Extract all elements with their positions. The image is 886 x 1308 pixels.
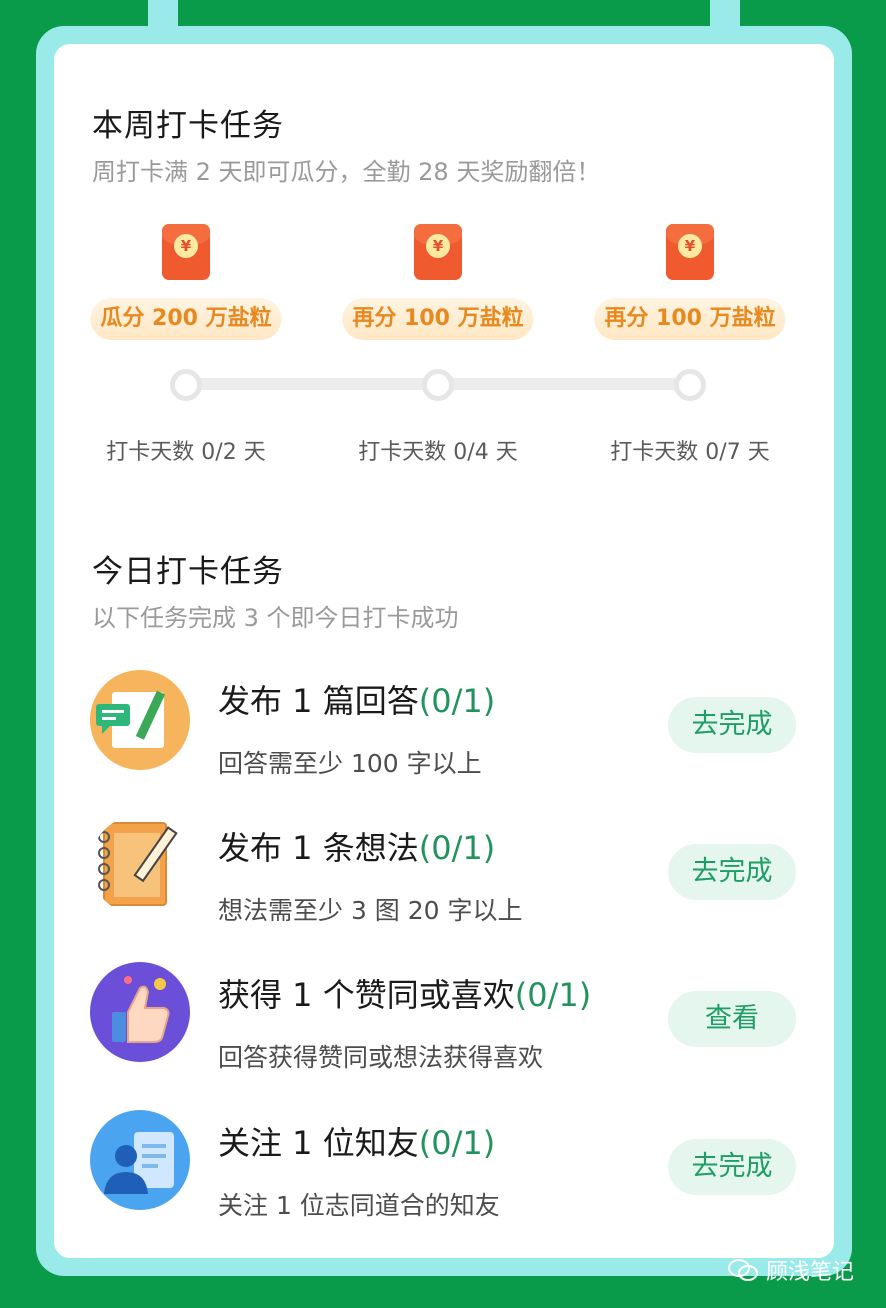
weekly-subtitle: 周打卡满 2 天即可瓜分，全勤 28 天奖励翻倍！ <box>92 158 601 186</box>
watermark-text: 顾浅笔记 <box>766 1260 855 1285</box>
progress-node <box>674 369 706 401</box>
task-description: 想法需至少 3 图 20 字以上 <box>218 896 523 925</box>
milestone-reward: 再分 100 万盐粒 <box>342 298 534 340</box>
task-title: 发布 1 篇回答(0/1) <box>218 682 496 720</box>
weekly-title: 本周打卡任务 <box>92 108 284 144</box>
answer-edit-icon <box>90 670 190 770</box>
task-progress: (0/1) <box>418 1124 496 1162</box>
thumbs-up-icon <box>90 962 190 1062</box>
task-title: 发布 1 条想法(0/1) <box>218 829 496 867</box>
notebook-pencil-icon <box>90 815 190 915</box>
daily-subtitle: 以下任务完成 3 个即今日打卡成功 <box>92 604 459 632</box>
milestone-reward: 瓜分 200 万盐粒 <box>90 298 282 340</box>
task-description: 回答需至少 100 字以上 <box>218 749 482 778</box>
progress-node <box>422 369 454 401</box>
red-packet-icon: ¥ <box>666 224 714 280</box>
task-progress: (0/1) <box>418 829 496 867</box>
task-title: 关注 1 位知友(0/1) <box>218 1124 496 1162</box>
milestone-days: 打卡天数 0/7 天 <box>610 440 770 465</box>
red-packet-icon: ¥ <box>414 224 462 280</box>
view-button[interactable]: 查看 <box>668 991 796 1047</box>
task-progress: (0/1) <box>514 976 592 1014</box>
daily-title: 今日打卡任务 <box>92 554 284 590</box>
task-description: 关注 1 位志同道合的知友 <box>218 1191 500 1220</box>
task-progress: (0/1) <box>418 682 496 720</box>
milestone-days: 打卡天数 0/4 天 <box>358 440 518 465</box>
milestone-reward: 再分 100 万盐粒 <box>594 298 786 340</box>
profile-card-icon <box>90 1110 190 1210</box>
complete-task-button[interactable]: 去完成 <box>668 844 796 900</box>
milestone-days: 打卡天数 0/2 天 <box>106 440 266 465</box>
complete-task-button[interactable]: 去完成 <box>668 1139 796 1195</box>
task-title: 获得 1 个赞同或喜欢(0/1) <box>218 976 592 1014</box>
complete-task-button[interactable]: 去完成 <box>668 697 796 753</box>
red-packet-icon: ¥ <box>162 224 210 280</box>
task-description: 回答获得赞同或想法获得喜欢 <box>218 1043 544 1072</box>
progress-node <box>170 369 202 401</box>
watermark: 顾浅笔记 <box>728 1254 854 1286</box>
wechat-icon <box>728 1259 758 1281</box>
